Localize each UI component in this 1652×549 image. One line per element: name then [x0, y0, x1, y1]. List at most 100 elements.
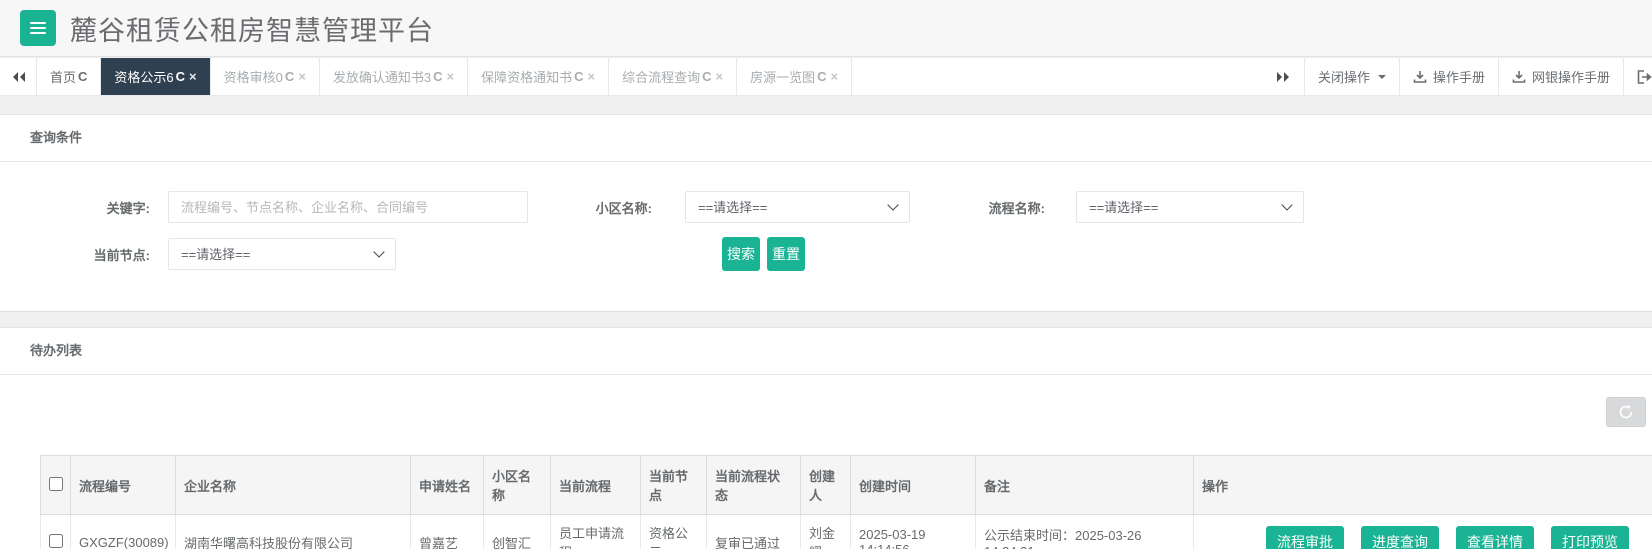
- download-icon: [1413, 70, 1427, 83]
- bank-manual-download[interactable]: 网银操作手册: [1497, 58, 1623, 95]
- tab-label: 房源一览图: [750, 70, 816, 85]
- cell-actions: 流程审批 进度查询 查看详情 打印预览: [1193, 514, 1652, 549]
- col-header-current-node: 当前节点: [640, 455, 707, 515]
- refresh-icon[interactable]: [433, 69, 442, 84]
- cell-creator: 刘金耀: [800, 514, 851, 549]
- cell-created-at: 2025-03-19 14:14:56: [850, 514, 976, 549]
- tab-issue-confirmation-notice[interactable]: 发放确认通知书3: [319, 58, 469, 95]
- todo-list-panel: 待办列表 流程编号 企业名称 申请姓名 小区名称 当前流程 当前节点 当前流程状…: [0, 327, 1652, 549]
- col-header-company: 企业名称: [175, 455, 411, 515]
- tabs-scroll-left-button[interactable]: [0, 58, 37, 95]
- community-select[interactable]: ==请选择==: [685, 191, 910, 223]
- tab-label: 发放确认通知书3: [332, 70, 432, 85]
- keyword-input[interactable]: [168, 191, 528, 223]
- double-chevron-left-icon: [12, 71, 25, 82]
- todo-panel-title: 待办列表: [0, 328, 1652, 375]
- cell-remark: 公示结束时间：2025-03-26 14:24:31: [975, 514, 1194, 549]
- query-conditions-panel: 查询条件 关键字: 小区名称: ==请选择== 流程名称:: [0, 114, 1652, 312]
- tab-bar: 首页 资格公示6 资格审核0 发放确认通知书3 保障资格通知书 综合流程查询 房…: [0, 57, 1652, 96]
- community-field: 小区名称: ==请选择==: [592, 191, 910, 223]
- search-button[interactable]: 搜索: [722, 237, 760, 271]
- tab-qualification-publicity[interactable]: 资格公示6: [101, 58, 211, 95]
- row-checkbox[interactable]: [48, 533, 63, 548]
- keyword-field: 关键字:: [30, 191, 528, 223]
- col-header-community: 小区名称: [483, 455, 551, 515]
- close-icon[interactable]: [298, 69, 306, 84]
- close-icon[interactable]: [446, 69, 454, 84]
- refresh-icon: [1619, 404, 1633, 419]
- sign-out-icon: [1637, 69, 1652, 84]
- cell-applicant: 曾嘉艺: [410, 514, 484, 549]
- refresh-icon[interactable]: [78, 69, 87, 84]
- current-node-field: 当前节点: ==请选择==: [30, 238, 396, 270]
- tab-qualification-review[interactable]: 资格审核0: [210, 58, 320, 95]
- caret-down-icon: [1377, 74, 1386, 79]
- close-operations-dropdown[interactable]: 关闭操作: [1303, 58, 1399, 95]
- refresh-table-button[interactable]: [1606, 397, 1646, 427]
- view-details-button[interactable]: 查看详情: [1456, 526, 1534, 549]
- tabs-scroll-right-button[interactable]: [1263, 58, 1304, 95]
- col-header-remark: 备注: [975, 455, 1194, 515]
- table-row: GXGZF(30089) 湖南华曙高科技股份有限公司 曾嘉艺 创智汇 员工申请流…: [40, 514, 1652, 549]
- query-form: 关键字: 小区名称: ==请选择== 流程名称: ==请选择==: [0, 162, 1652, 311]
- cell-community: 创智汇: [483, 514, 551, 549]
- close-icon[interactable]: [715, 69, 723, 84]
- current-node-select[interactable]: ==请选择==: [168, 238, 396, 270]
- tab-bar-right-controls: 关闭操作 操作手册 网银操作手册: [1262, 58, 1652, 95]
- refresh-icon[interactable]: [702, 69, 711, 84]
- hamburger-icon: [30, 22, 46, 24]
- tab-label: 首页: [50, 70, 77, 85]
- tab-label: 综合流程查询: [622, 70, 701, 85]
- refresh-icon[interactable]: [817, 69, 826, 84]
- refresh-icon[interactable]: [285, 69, 294, 84]
- table-toolbar: [40, 397, 1646, 427]
- col-header-actions: 操作: [1193, 455, 1652, 515]
- col-header-creator: 创建人: [800, 455, 851, 515]
- flow-name-select[interactable]: ==请选择==: [1076, 191, 1304, 223]
- flow-name-field: 流程名称: ==请选择==: [985, 191, 1304, 223]
- col-header-flow-no: 流程编号: [70, 455, 176, 515]
- progress-query-button[interactable]: 进度查询: [1361, 526, 1439, 549]
- cell-current-flow: 员工申请流程: [550, 514, 641, 549]
- col-header-current-flow: 当前流程: [550, 455, 641, 515]
- todo-table: 流程编号 企业名称 申请姓名 小区名称 当前流程 当前节点 当前流程状态 创建人…: [40, 455, 1652, 549]
- app-header: 麓谷租赁公租房智慧管理平台: [0, 0, 1652, 57]
- tab-comprehensive-flow-query[interactable]: 综合流程查询: [609, 58, 738, 95]
- double-chevron-right-icon: [1276, 71, 1289, 82]
- cell-company: 湖南华曙高科技股份有限公司: [175, 514, 411, 549]
- tab-label: 资格公示6: [114, 70, 174, 85]
- page-title: 麓谷租赁公租房智慧管理平台: [70, 15, 434, 46]
- tab-label: 保障资格通知书: [481, 70, 573, 85]
- table-header-row: 流程编号 企业名称 申请姓名 小区名称 当前流程 当前节点 当前流程状态 创建人…: [40, 455, 1652, 515]
- col-header-flow-status: 当前流程状态: [706, 455, 801, 515]
- refresh-icon[interactable]: [176, 69, 185, 84]
- query-panel-title: 查询条件: [0, 115, 1652, 162]
- col-header-applicant: 申请姓名: [410, 455, 484, 515]
- close-icon[interactable]: [189, 69, 197, 84]
- close-icon[interactable]: [587, 69, 595, 84]
- close-icon[interactable]: [830, 69, 838, 84]
- download-icon: [1512, 70, 1526, 83]
- cell-current-node: 资格公示: [640, 514, 707, 549]
- community-label: 小区名称:: [595, 200, 652, 216]
- print-preview-button[interactable]: 打印预览: [1551, 526, 1629, 549]
- menu-toggle-button[interactable]: [20, 10, 56, 46]
- sign-out-button[interactable]: [1623, 58, 1652, 95]
- flow-approve-button[interactable]: 流程审批: [1266, 526, 1344, 549]
- refresh-icon[interactable]: [574, 69, 583, 84]
- col-header-created-at: 创建时间: [850, 455, 976, 515]
- reset-button[interactable]: 重置: [767, 237, 805, 271]
- tab-home[interactable]: 首页: [37, 58, 102, 95]
- flow-name-label: 流程名称:: [988, 200, 1045, 216]
- current-node-label: 当前节点:: [93, 247, 150, 263]
- cell-flow-no: GXGZF(30089): [70, 514, 176, 549]
- cell-flow-status: 复审已通过: [706, 514, 801, 549]
- select-all-checkbox[interactable]: [48, 476, 63, 491]
- tab-guarantee-qualification-notice[interactable]: 保障资格通知书: [468, 58, 610, 95]
- keyword-label: 关键字:: [106, 200, 150, 216]
- tab-label: 资格审核0: [223, 70, 283, 85]
- tab-housing-overview[interactable]: 房源一览图: [737, 58, 853, 95]
- operation-manual-download[interactable]: 操作手册: [1398, 58, 1498, 95]
